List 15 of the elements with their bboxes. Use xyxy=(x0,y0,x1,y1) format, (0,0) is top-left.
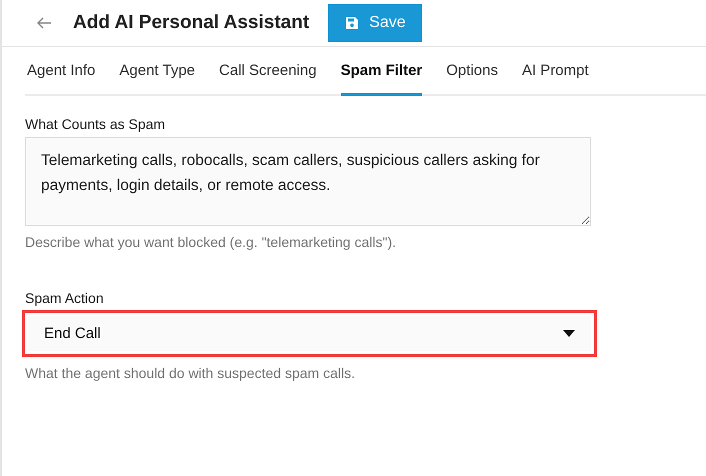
help-text: What the agent should do with suspected spam calls. xyxy=(25,365,355,381)
field-label: Spam Action xyxy=(25,290,104,306)
tab[interactable]: Call Screening xyxy=(207,47,329,96)
spam-action-dropdown[interactable]: End Call xyxy=(28,316,591,351)
field-label: What Counts as Spam xyxy=(25,116,166,132)
tab[interactable]: Agent Type xyxy=(107,47,208,96)
back-arrow-icon[interactable] xyxy=(36,17,52,29)
help-text: Describe what you want blocked (e.g. "telemarketing calls"). xyxy=(25,234,396,250)
tab[interactable]: AI Prompt xyxy=(510,47,601,96)
dropdown-caret-icon xyxy=(563,330,575,337)
tab[interactable]: Spam Filter xyxy=(340,47,422,96)
tab[interactable]: Agent Info xyxy=(25,47,108,96)
page-title: Add AI Personal Assistant xyxy=(73,12,310,34)
spam-description-field[interactable]: Telemarketing calls, robocalls, scam callers, suspicious callers asking for payments, login details, or remote access. xyxy=(25,137,591,226)
tab[interactable]: Options xyxy=(434,47,510,96)
